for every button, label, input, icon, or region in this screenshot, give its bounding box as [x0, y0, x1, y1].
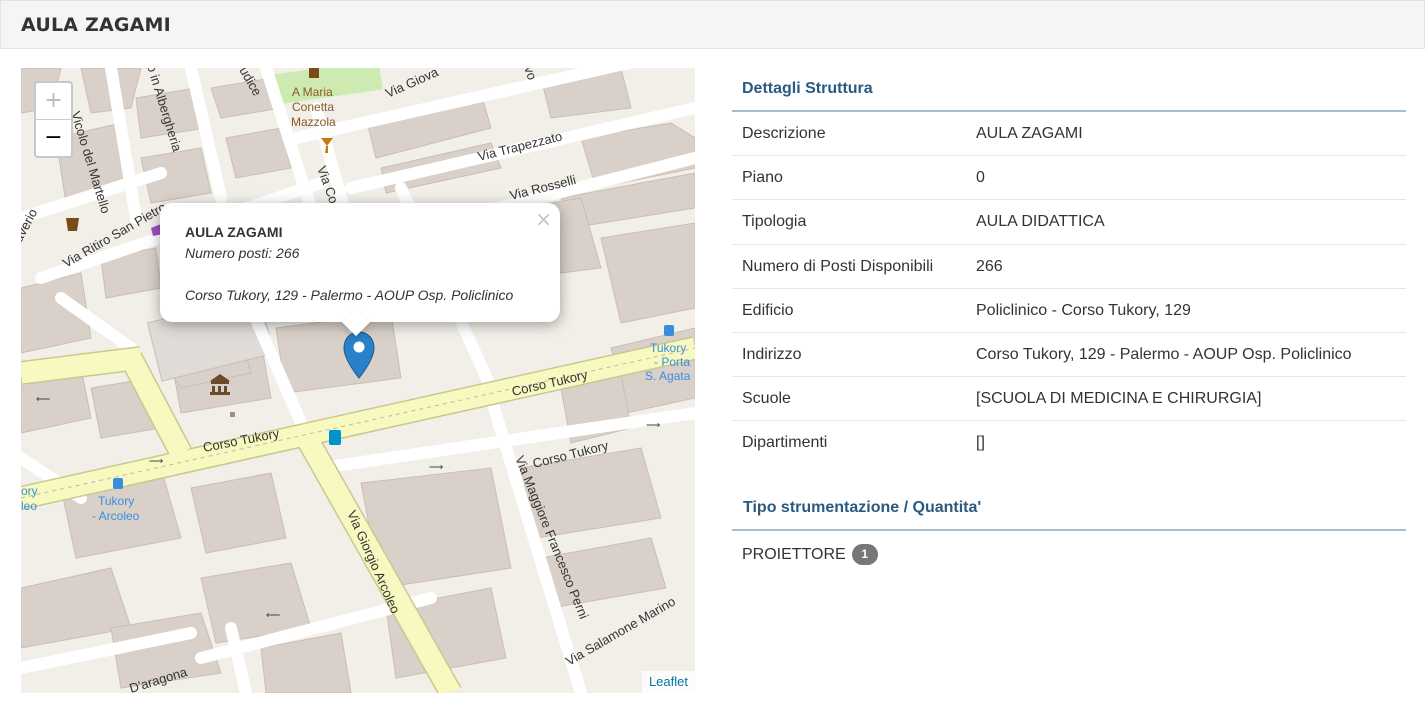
label-bus-stop: Tukory [650, 341, 686, 355]
row-value: 266 [976, 257, 1003, 275]
equipment-name: PROIETTORE [742, 545, 846, 563]
quantity-badge: 1 [851, 543, 878, 565]
row-label: Edificio [742, 301, 794, 319]
row-label: Descrizione [742, 125, 826, 142]
label-poi-maria: Conetta [292, 100, 334, 114]
table-row: Dipartimenti [] [732, 421, 1406, 465]
svg-text:⟶: ⟶ [149, 456, 163, 467]
zoom-control: + − [34, 81, 73, 158]
svg-text:⟵: ⟵ [266, 610, 280, 621]
row-label: Tipologia [742, 213, 807, 231]
label-bus-stop: S. Agata [645, 369, 691, 383]
table-row: Numero di Posti Disponibili 266 [732, 245, 1406, 289]
label-poi-maria: A Maria [292, 85, 333, 99]
table-row: Descrizione AULA ZAGAMI [732, 112, 1406, 157]
row-value: AULA DIDATTICA [976, 213, 1105, 231]
row-label: Scuole [742, 390, 791, 408]
svg-text:⟵: ⟵ [36, 394, 50, 405]
equipment-section-title: Tipo strumentazione / Quantita' [732, 487, 1406, 531]
popup-close-icon[interactable]: × [535, 207, 552, 231]
row-label: Dipartimenti [742, 434, 828, 452]
table-row: Indirizzo Corso Tukory, 129 - Palermo - … [732, 333, 1406, 378]
row-value: Corso Tukory, 129 - Palermo - AOUP Osp. … [976, 345, 1352, 363]
popup-seats: Numero posti: 266 [185, 245, 300, 261]
label-bus-stop: - Arcoleo [92, 509, 140, 523]
row-value: AULA ZAGAMI [976, 125, 1083, 142]
page-title: AULA ZAGAMI [21, 14, 171, 36]
svg-text:⟶: ⟶ [646, 420, 660, 431]
row-value: Policlinico - Corso Tukory, 129 [976, 301, 1191, 319]
details-table: Descrizione AULA ZAGAMI Piano 0 Tipologi… [732, 112, 1406, 466]
label-bus-stop: leo [21, 499, 37, 513]
svg-text:⟶: ⟶ [429, 462, 443, 473]
table-row: Scuole [SCUOLA DI MEDICINA E CHIRURGIA] [732, 377, 1406, 422]
popup-address: Corso Tukory, 129 - Palermo - AOUP Osp. … [185, 287, 514, 303]
popup-title: AULA ZAGAMI [185, 224, 283, 240]
details-section-title: Dettagli Struttura [732, 68, 1406, 112]
page-header: AULA ZAGAMI [0, 0, 1425, 49]
list-item: PROIETTORE 1 [732, 531, 1406, 575]
label-bus-stop: - Porta [654, 355, 690, 369]
table-row: Edificio Policlinico - Corso Tukory, 129 [732, 289, 1406, 333]
label-bus-stop: Tukory [98, 494, 134, 508]
row-value: [SCUOLA DI MEDICINA E CHIRURGIA] [976, 390, 1262, 408]
row-value: [] [976, 434, 985, 452]
location-marker-icon[interactable] [343, 331, 375, 381]
row-value: 0 [976, 169, 985, 187]
equipment-section: Tipo strumentazione / Quantita' PROIETTO… [732, 487, 1406, 575]
row-label: Piano [742, 169, 783, 187]
row-label: Indirizzo [742, 345, 802, 363]
label-bus-stop: ory [21, 484, 38, 498]
map[interactable]: ⟶ ⟶ ⟵ ⟶ ⟵ Corso Tukory Corso Tukory Cors… [21, 68, 695, 693]
label-poi-maria: Mazzola [291, 115, 336, 129]
row-label: Numero di Posti Disponibili [742, 257, 934, 275]
table-row: Piano 0 [732, 156, 1406, 201]
map-popup: × AULA ZAGAMI Numero posti: 266 Corso Tu… [160, 203, 560, 322]
zoom-out-button[interactable]: − [36, 120, 71, 157]
table-row: Tipologia AULA DIDATTICA [732, 200, 1406, 245]
details-panel: Dettagli Struttura Descrizione AULA ZAGA… [732, 68, 1406, 575]
attribution-link[interactable]: Leaflet [641, 671, 695, 693]
zoom-in-button[interactable]: + [36, 83, 71, 120]
